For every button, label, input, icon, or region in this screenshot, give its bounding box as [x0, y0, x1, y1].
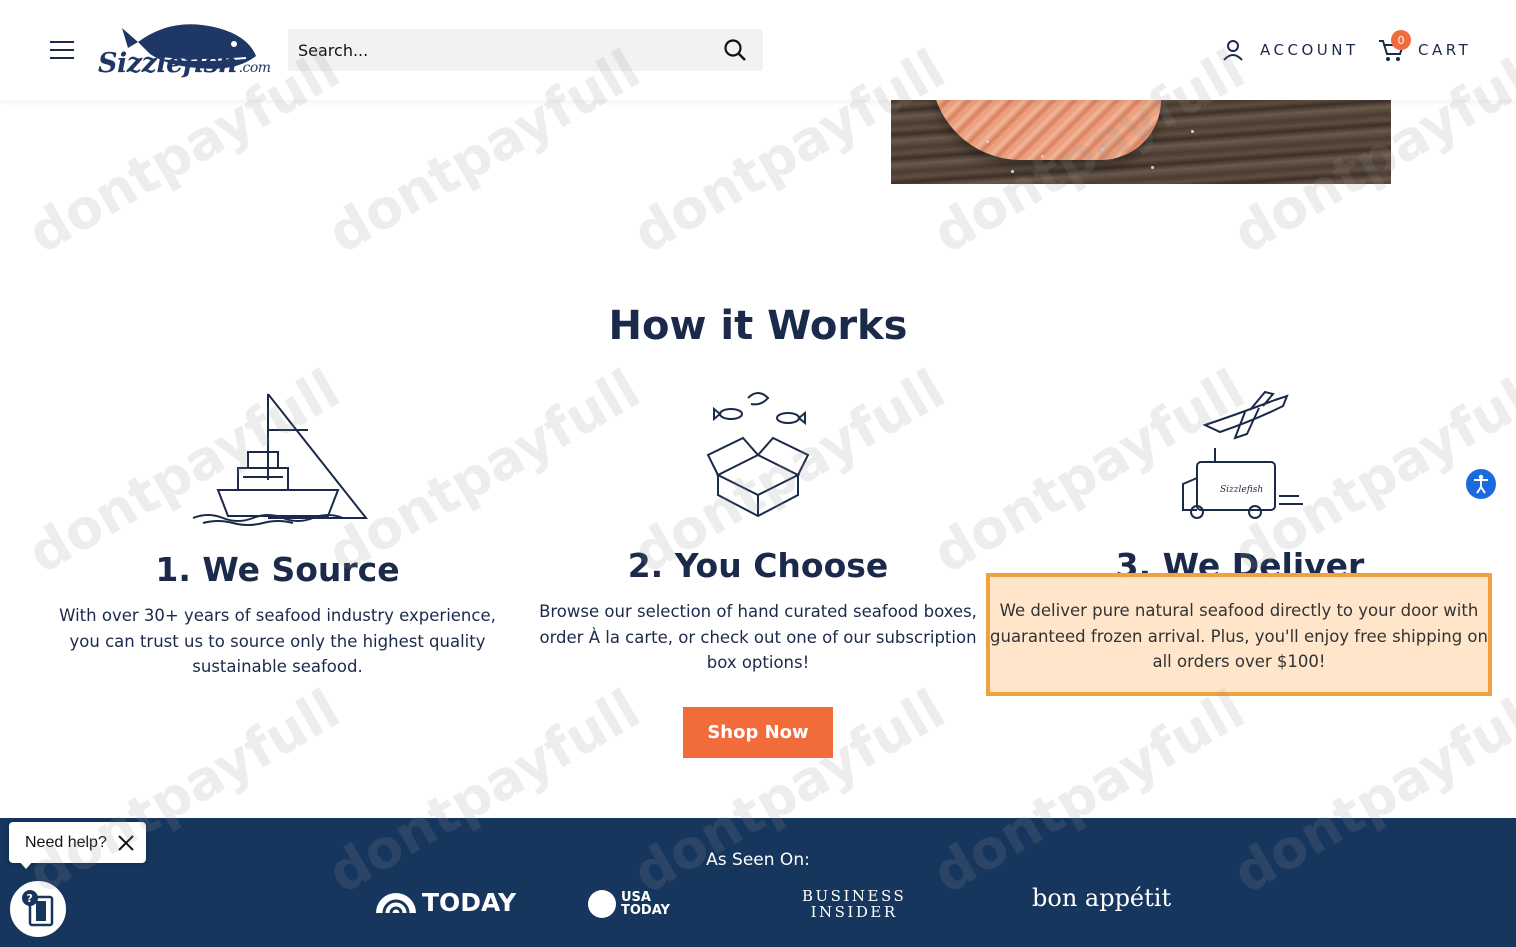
help-book-icon: ?: [22, 890, 54, 927]
help-tooltip-tail: [18, 860, 34, 869]
step-deliver: Sizzlefish 3. We Deliver: [1010, 380, 1470, 585]
salmon-on-wood-photo: [891, 100, 1391, 184]
business-insider-logo: BUSINESS INSIDER: [802, 888, 906, 920]
bon-appetit-logo: bon appétit: [1032, 884, 1172, 912]
logo-wordmark: Sizzlefish.com: [98, 48, 271, 79]
as-seen-on-heading: As Seen On:: [706, 850, 810, 870]
today-logo: TODAY: [374, 888, 516, 917]
account-link[interactable]: ACCOUNT: [1222, 38, 1359, 62]
search-input[interactable]: [288, 29, 708, 71]
search-bar: [288, 29, 763, 71]
usa-today-dot: [588, 890, 616, 918]
step-desc-source: With over 30+ years of seafood industry …: [59, 606, 496, 676]
usa-today-logo: USA TODAY: [588, 890, 670, 918]
step-source: 1. We Source With over 30+ years of seaf…: [55, 380, 500, 680]
user-icon: [1223, 40, 1243, 61]
step-choose: 2. You Choose Browse our selection of ha…: [532, 380, 984, 676]
svg-text:?: ?: [27, 892, 33, 905]
step-title-source: 1. We Source: [155, 550, 400, 589]
plane-truck-delivery-icon: Sizzlefish: [1182, 390, 1303, 519]
help-chat-button[interactable]: ?: [8, 879, 68, 939]
site-logo[interactable]: Sizzlefish.com: [98, 14, 271, 86]
step-desc-deliver: We deliver pure natural seafood directly…: [990, 601, 1488, 671]
accessibility-button[interactable]: [1466, 469, 1496, 499]
cart-label: CART: [1418, 41, 1472, 59]
close-icon[interactable]: [116, 833, 136, 853]
shop-now-button[interactable]: Shop Now: [683, 707, 833, 758]
search-icon[interactable]: [723, 38, 747, 62]
highlighted-step-description: We deliver pure natural seafood directly…: [986, 573, 1492, 696]
help-tooltip-label: Need help?: [25, 833, 107, 851]
fishing-boat-icon: [192, 393, 368, 526]
as-seen-on-band: [0, 818, 1516, 947]
business-insider-line2: INSIDER: [810, 903, 898, 921]
account-label: ACCOUNT: [1260, 41, 1359, 59]
open-box-seafood-icon: [706, 392, 810, 518]
hamburger-menu-icon[interactable]: [50, 41, 74, 59]
truck-logo-text: Sizzlefish: [1220, 485, 1263, 495]
accessibility-icon: [1474, 474, 1488, 494]
cart-link[interactable]: 0 CART: [1378, 30, 1472, 64]
section-title: How it Works: [608, 303, 908, 349]
today-logo-text: TODAY: [422, 888, 517, 917]
salmon-fillet-image: [931, 100, 1161, 160]
site-header: Sizzlefish.com ACCOUNT 0 CART: [0, 0, 1516, 100]
usa-today-line2: TODAY: [621, 903, 670, 918]
step-desc-choose: Browse our selection of hand curated sea…: [539, 602, 977, 672]
help-tooltip: Need help?: [9, 822, 146, 863]
cart-count-badge: 0: [1391, 30, 1411, 50]
sunrise-icon: [376, 892, 416, 913]
business-insider-line1: BUSINESS: [802, 887, 907, 905]
step-title-choose: 2. You Choose: [627, 546, 889, 585]
